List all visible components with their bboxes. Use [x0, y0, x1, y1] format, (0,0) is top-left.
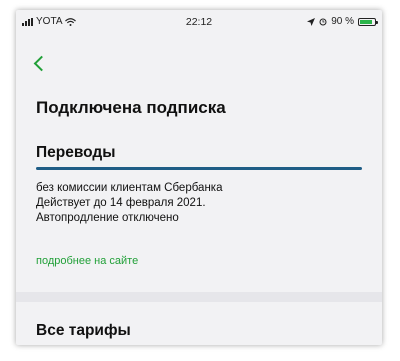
subscription-name: Переводы	[36, 144, 116, 161]
more-info-link[interactable]: подробнее на сайте	[36, 255, 138, 267]
subscription-detail-line: без комиссии клиентам Сбербанка	[36, 182, 223, 194]
page-title: Подключена подписка	[36, 98, 226, 117]
subscription-detail-line: Автопродление отключено	[36, 212, 179, 224]
all-tariffs-heading: Все тарифы	[36, 322, 131, 339]
back-chevron-icon[interactable]	[33, 55, 50, 72]
app-screen: YOTA 22:12 90 % Подключена подписка Пере…	[16, 10, 382, 345]
battery-icon	[358, 17, 378, 26]
battery-percent: 90 %	[331, 16, 354, 27]
status-bar: YOTA 22:12 90 %	[16, 10, 382, 32]
location-arrow-icon	[307, 17, 316, 26]
subscription-progress	[36, 167, 362, 170]
status-right: 90 %	[307, 16, 378, 27]
subscription-detail-line: Действует до 14 февраля 2021.	[36, 197, 206, 209]
subscription-details: без комиссии клиентам Сбербанка Действуе…	[36, 181, 222, 226]
section-divider	[16, 292, 382, 302]
alarm-icon	[319, 18, 327, 25]
